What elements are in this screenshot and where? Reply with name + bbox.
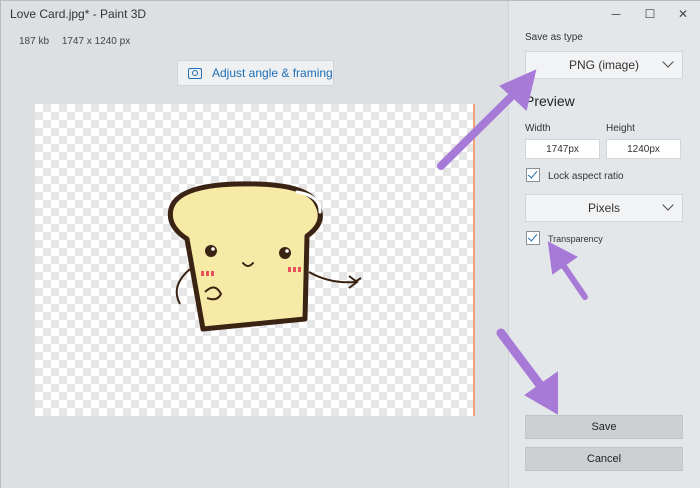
save-as-type-value: PNG (image)	[568, 58, 639, 72]
maximize-icon[interactable]: ☐	[640, 7, 660, 21]
save-as-type-dropdown[interactable]: PNG (image)	[525, 51, 683, 79]
save-as-type-label: Save as type	[525, 32, 583, 43]
preview-heading: Preview	[525, 93, 575, 109]
window-title: Love Card.jpg* - Paint 3D	[10, 7, 147, 21]
minimize-icon[interactable]: ─	[606, 7, 626, 21]
adjust-angle-label: Adjust angle & framing	[212, 66, 333, 80]
file-size: 187 kb	[19, 36, 50, 47]
save-panel: ─ ☐ ✕ Save as type PNG (image) Preview W…	[508, 1, 700, 488]
lock-aspect-checkbox[interactable]	[526, 168, 540, 182]
height-input[interactable]: 1240px	[606, 139, 681, 159]
left-eye	[205, 245, 217, 257]
save-button[interactable]: Save	[525, 415, 683, 439]
image-info: 187 kb 1747 x 1240 px	[19, 36, 140, 47]
lock-aspect-label: Lock aspect ratio	[548, 171, 624, 182]
units-dropdown[interactable]: Pixels	[525, 194, 683, 222]
width-label: Width	[525, 123, 551, 134]
image-canvas[interactable]	[35, 104, 475, 416]
right-eye	[279, 247, 291, 259]
chevron-down-icon	[662, 199, 674, 211]
close-icon[interactable]: ✕	[673, 7, 693, 21]
image-dimensions: 1747 x 1240 px	[61, 36, 131, 47]
camera-icon	[188, 67, 202, 79]
chevron-down-icon	[662, 56, 674, 68]
units-value: Pixels	[587, 201, 620, 215]
paint3d-window: Love Card.jpg* - Paint 3D 187 kb 1747 x …	[0, 0, 700, 488]
right-arm	[308, 271, 356, 284]
transparency-label: Transparency	[548, 234, 603, 244]
width-input[interactable]: 1747px	[525, 139, 600, 159]
canvas-area: Love Card.jpg* - Paint 3D 187 kb 1747 x …	[1, 1, 508, 488]
cancel-button[interactable]: Cancel	[525, 447, 683, 471]
transparency-checkbox[interactable]	[526, 231, 540, 245]
toast-illustration	[167, 181, 362, 332]
toast-body	[167, 181, 323, 332]
adjust-angle-button[interactable]: Adjust angle & framing	[177, 60, 334, 86]
left-arm	[175, 268, 191, 305]
height-label: Height	[606, 123, 635, 134]
